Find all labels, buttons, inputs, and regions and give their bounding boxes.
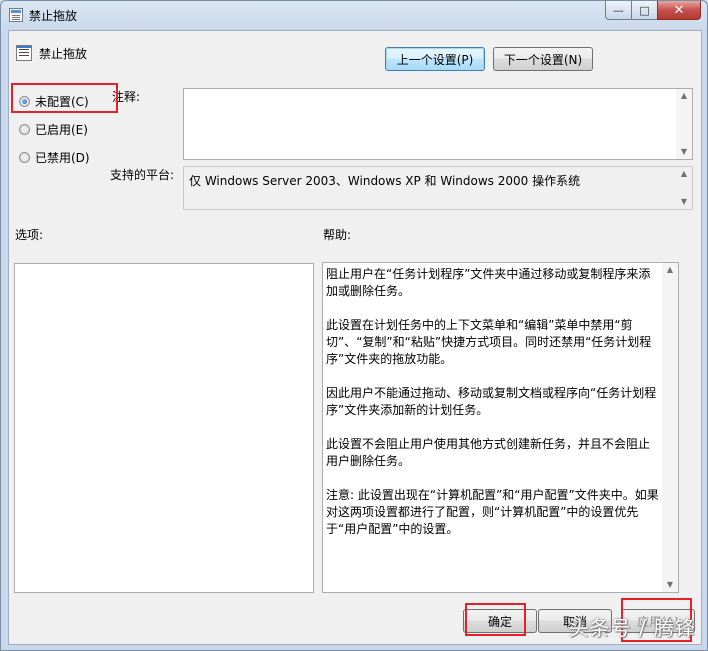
comment-label: 注释: <box>112 90 141 104</box>
policy-name: 禁止拖放 <box>39 47 88 61</box>
watermark: 头条号 / 腾锋 <box>568 616 696 640</box>
dialog-client-area: 禁止拖放 上一个设置(P) 下一个设置(N) 未配置(C) 已启用(E) 已禁用… <box>8 30 702 645</box>
radio-not-configured[interactable]: 未配置(C) <box>19 93 89 110</box>
scroll-up-arrow-icon[interactable]: ▲ <box>681 167 687 181</box>
minimize-button[interactable]: — <box>605 1 631 20</box>
close-button[interactable]: ✕ <box>657 1 701 20</box>
help-paragraph: 阻止用户在“任务计划程序”文件夹中通过移动或复制程序来添加或删除任务。 <box>326 267 651 298</box>
ok-button[interactable]: 确定 <box>463 609 537 633</box>
radio-disabled-label: 已禁用(D) <box>35 151 90 165</box>
help-paragraph: 注意: 此设置出现在“计算机配置”和“用户配置”文件夹中。如果对这两项设置都进行… <box>326 488 659 536</box>
radio-not-configured-label: 未配置(C) <box>35 95 89 109</box>
help-paragraph: 因此用户不能通过拖动、移动或复制文档或程序向“任务计划程序”文件夹添加新的计划任… <box>326 386 657 417</box>
scroll-down-arrow-icon[interactable]: ▼ <box>681 195 687 209</box>
radio-selected-icon[interactable] <box>19 96 30 107</box>
previous-setting-button[interactable]: 上一个设置(P) <box>385 47 485 71</box>
policy-document-icon <box>9 8 23 22</box>
platform-scrollbar[interactable]: ▲ ▼ <box>676 167 692 209</box>
radio-enabled-label: 已启用(E) <box>35 123 88 137</box>
help-scrollbar[interactable]: ▲ ▼ <box>662 263 678 592</box>
supported-platform-label: 支持的平台: <box>110 168 175 182</box>
radio-enabled[interactable]: 已启用(E) <box>19 121 88 138</box>
scroll-down-arrow-icon[interactable]: ▼ <box>681 145 687 159</box>
help-label: 帮助: <box>323 228 352 242</box>
supported-platform-field: 仅 Windows Server 2003、Windows XP 和 Windo… <box>183 166 693 210</box>
dialog-window: 禁止拖放 — □ ✕ 禁止拖放 上一个设置(P) 下一个设置(N) 未配置(C)… <box>0 0 708 651</box>
help-text: 阻止用户在“任务计划程序”文件夹中通过移动或复制程序来添加或删除任务。 此设置在… <box>326 266 660 555</box>
window-title: 禁止拖放 <box>29 9 78 23</box>
comment-scrollbar[interactable]: ▲ ▼ <box>676 89 692 159</box>
radio-disabled[interactable]: 已禁用(D) <box>19 149 90 166</box>
comment-textarea[interactable]: ▲ ▼ <box>183 88 693 160</box>
scroll-up-arrow-icon[interactable]: ▲ <box>667 263 673 277</box>
supported-platform-value: 仅 Windows Server 2003、Windows XP 和 Windo… <box>189 174 581 188</box>
radio-unselected-icon[interactable] <box>19 152 30 163</box>
options-panel[interactable] <box>14 263 314 593</box>
maximize-button[interactable]: □ <box>631 1 657 20</box>
options-label: 选项: <box>15 228 44 242</box>
scroll-up-arrow-icon[interactable]: ▲ <box>681 89 687 103</box>
help-paragraph: 此设置不会阻止用户使用其他方式创建新任务，并且不会阻止用户删除任务。 <box>326 437 651 468</box>
title-bar[interactable]: 禁止拖放 — □ ✕ <box>1 1 707 29</box>
help-paragraph: 此设置在计划任务中的上下文菜单和“编辑”菜单中禁用“剪切”、“复制”和“粘贴”快… <box>326 318 652 366</box>
radio-unselected-icon[interactable] <box>19 124 30 135</box>
help-panel[interactable]: 阻止用户在“任务计划程序”文件夹中通过移动或复制程序来添加或删除任务。 此设置在… <box>322 262 679 593</box>
next-setting-button[interactable]: 下一个设置(N) <box>493 47 593 71</box>
policy-setting-icon <box>16 45 32 61</box>
scroll-down-arrow-icon[interactable]: ▼ <box>667 578 673 592</box>
window-controls: — □ ✕ <box>605 1 701 21</box>
